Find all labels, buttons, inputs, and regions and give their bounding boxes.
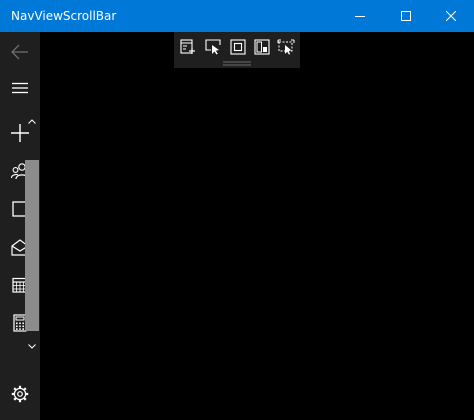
- preview-selection-icon: [277, 39, 295, 55]
- chevron-up-icon: [28, 118, 36, 124]
- toolbar-grip-icon[interactable]: [223, 61, 251, 66]
- track-focus-button[interactable]: [250, 36, 274, 58]
- back-arrow-icon: [11, 44, 28, 60]
- back-button[interactable]: [0, 32, 40, 72]
- nav-scrollbar-thumb[interactable]: [25, 160, 39, 331]
- hamburger-menu-button[interactable]: [0, 68, 40, 108]
- maximize-icon: [401, 11, 411, 21]
- nav-scroll-up-button[interactable]: [26, 116, 38, 126]
- minimize-icon: [355, 16, 365, 17]
- add-icon: [11, 124, 29, 142]
- preview-selection-button[interactable]: [274, 36, 298, 58]
- navigation-pane: [0, 32, 40, 420]
- content-area: [40, 68, 474, 420]
- debug-toolbar: [174, 32, 300, 68]
- live-visual-tree-button[interactable]: [176, 36, 200, 58]
- display-layout-adorners-icon: [230, 39, 246, 55]
- track-focus-icon: [254, 39, 270, 55]
- display-layout-adorners-button[interactable]: [226, 36, 250, 58]
- app-window: NavViewScrollBar: [0, 0, 474, 420]
- window-title: NavViewScrollBar: [11, 9, 117, 23]
- nav-scroll-down-button[interactable]: [26, 341, 38, 351]
- chevron-down-icon: [28, 343, 36, 349]
- close-button[interactable]: [428, 0, 474, 32]
- select-element-icon: [205, 39, 221, 55]
- title-bar[interactable]: NavViewScrollBar: [0, 0, 474, 32]
- minimize-button[interactable]: [337, 0, 383, 32]
- gear-icon: [11, 385, 29, 403]
- select-element-button[interactable]: [201, 36, 225, 58]
- maximize-button[interactable]: [383, 0, 429, 32]
- settings-button[interactable]: [0, 374, 40, 414]
- live-visual-tree-icon: [180, 39, 195, 54]
- hamburger-menu-icon: [12, 82, 28, 94]
- close-icon: [446, 11, 456, 21]
